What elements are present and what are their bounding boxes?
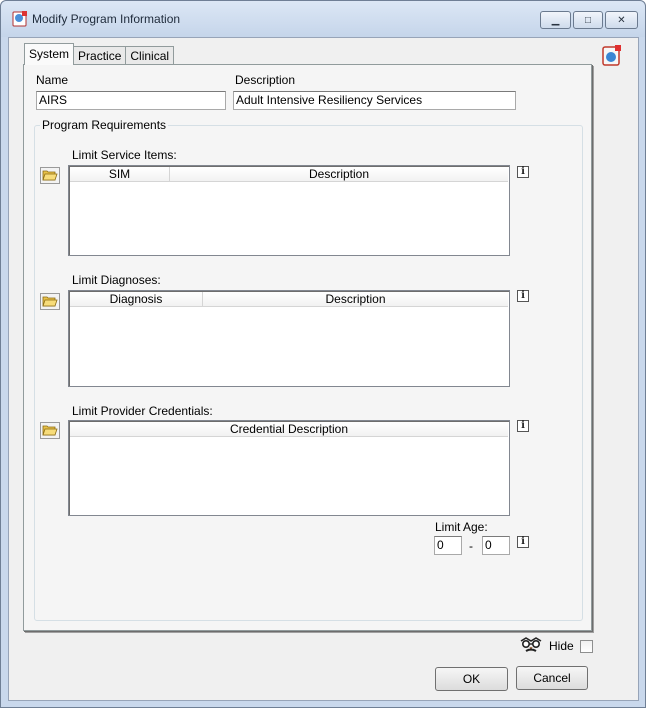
column-header[interactable]: SIM bbox=[70, 167, 170, 182]
column-header[interactable]: Description bbox=[170, 167, 508, 182]
hide-checkbox[interactable] bbox=[580, 640, 593, 653]
grid-header: SIM Description bbox=[70, 167, 508, 182]
hide-label: Hide bbox=[549, 639, 574, 653]
cancel-button[interactable]: Cancel bbox=[516, 666, 588, 690]
info-icon[interactable]: i bbox=[517, 536, 529, 548]
close-button[interactable]: ✕ bbox=[605, 11, 638, 29]
credentials-grid[interactable]: Credential Description bbox=[68, 420, 510, 516]
maximize-icon: □ bbox=[584, 14, 592, 26]
window-title: Modify Program Information bbox=[32, 12, 181, 26]
service-items-grid[interactable]: SIM Description bbox=[68, 165, 510, 256]
disguise-glasses-icon bbox=[520, 637, 542, 652]
ok-button[interactable]: OK bbox=[435, 667, 508, 691]
grid-header: Credential Description bbox=[70, 422, 508, 437]
diagnoses-label: Limit Diagnoses: bbox=[72, 273, 161, 287]
age-separator: - bbox=[469, 539, 473, 553]
credentials-label: Limit Provider Credentials: bbox=[72, 404, 213, 418]
diagnoses-grid[interactable]: Diagnosis Description bbox=[68, 290, 510, 387]
grid-header: Diagnosis Description bbox=[70, 292, 508, 307]
dialog-window: Modify Program Information ▁ □ ✕ System … bbox=[0, 0, 646, 708]
close-icon: ✕ bbox=[617, 14, 626, 26]
group-title: Program Requirements bbox=[40, 118, 169, 132]
name-input[interactable]: AIRS bbox=[36, 91, 226, 110]
age-max-input[interactable]: 0 bbox=[482, 536, 510, 555]
tab-strip: System Practice Clinical bbox=[24, 43, 175, 65]
column-header[interactable]: Credential Description bbox=[70, 422, 508, 437]
column-header[interactable]: Diagnosis bbox=[70, 292, 203, 307]
minimize-icon: ▁ bbox=[551, 14, 560, 26]
column-header[interactable]: Description bbox=[203, 292, 508, 307]
program-requirements-group: Program Requirements Limit Service Items… bbox=[34, 118, 583, 621]
folder-open-icon[interactable] bbox=[40, 422, 60, 439]
info-icon[interactable]: i bbox=[517, 290, 529, 302]
name-label: Name bbox=[36, 73, 69, 87]
app-icon bbox=[12, 11, 27, 27]
limit-age-label: Limit Age: bbox=[435, 520, 488, 534]
help-book-icon[interactable] bbox=[601, 44, 623, 68]
minimize-button[interactable]: ▁ bbox=[540, 11, 571, 29]
description-input[interactable]: Adult Intensive Resiliency Services bbox=[233, 91, 516, 110]
service-items-label: Limit Service Items: bbox=[72, 148, 177, 162]
info-icon[interactable]: i bbox=[517, 166, 529, 178]
tab-clinical[interactable]: Clinical bbox=[125, 46, 175, 65]
folder-open-icon[interactable] bbox=[40, 167, 60, 184]
age-min-input[interactable]: 0 bbox=[434, 536, 462, 555]
info-icon[interactable]: i bbox=[517, 420, 529, 432]
dialog-client: System Practice Clinical Name AIRS Descr… bbox=[8, 37, 639, 701]
system-tab-panel: Name AIRS Description Adult Intensive Re… bbox=[23, 64, 592, 631]
folder-open-icon[interactable] bbox=[40, 293, 60, 310]
tab-practice[interactable]: Practice bbox=[73, 46, 127, 65]
description-label: Description bbox=[235, 73, 296, 87]
tab-system[interactable]: System bbox=[24, 43, 75, 65]
maximize-button[interactable]: □ bbox=[573, 11, 603, 29]
title-bar[interactable]: Modify Program Information ▁ □ ✕ bbox=[1, 1, 645, 37]
